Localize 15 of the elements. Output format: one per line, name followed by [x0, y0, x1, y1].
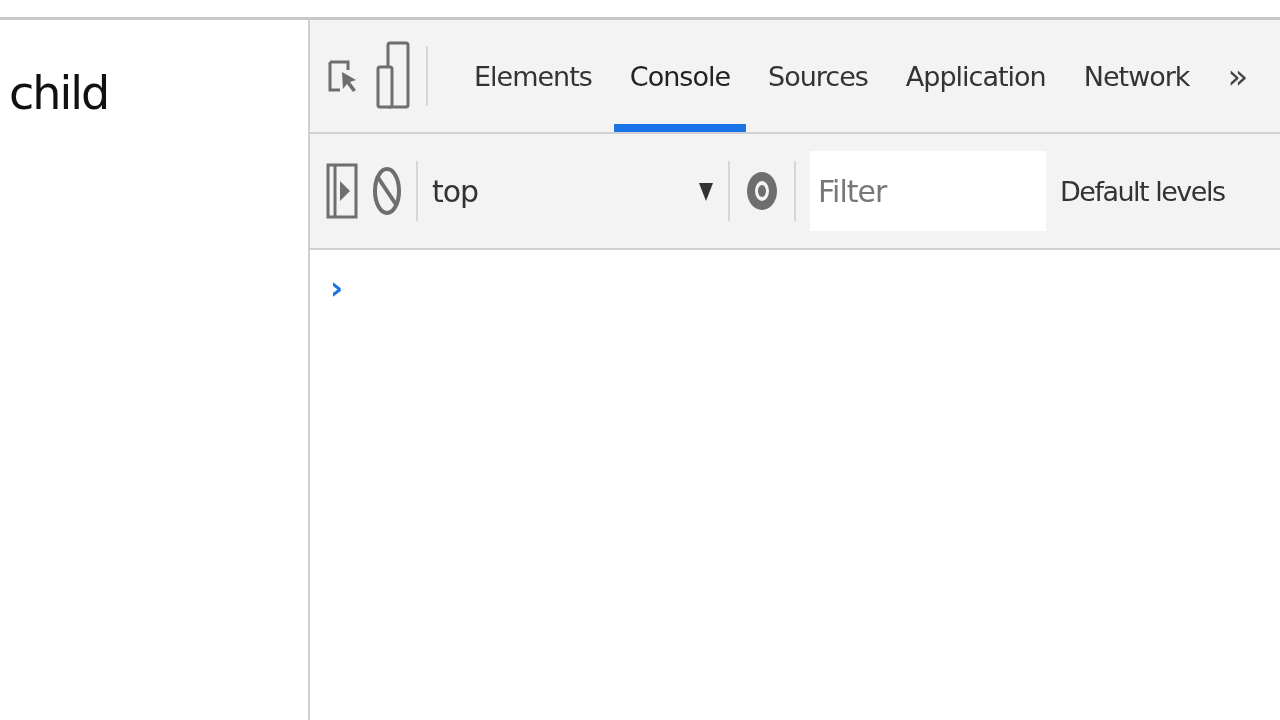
- sidebar-toggle-icon[interactable]: [326, 163, 358, 219]
- clear-icon[interactable]: [372, 166, 402, 216]
- more-tabs-button[interactable]: »: [1227, 56, 1249, 96]
- context-dropdown[interactable]: top: [432, 173, 714, 209]
- device-icon[interactable]: [376, 41, 410, 111]
- tab[interactable]: Elements: [458, 20, 608, 132]
- prompt-icon: ›: [330, 272, 344, 304]
- tab[interactable]: Network: [1067, 20, 1206, 132]
- tab[interactable]: Sources: [752, 20, 884, 132]
- dropdown-icon: [698, 181, 714, 201]
- levels-dropdown[interactable]: Default levels: [1060, 175, 1225, 207]
- tab[interactable]: Application: [889, 20, 1062, 132]
- eye-icon[interactable]: [744, 169, 780, 213]
- filter-field[interactable]: Filter: [810, 151, 1046, 231]
- page-text: child: [9, 66, 109, 122]
